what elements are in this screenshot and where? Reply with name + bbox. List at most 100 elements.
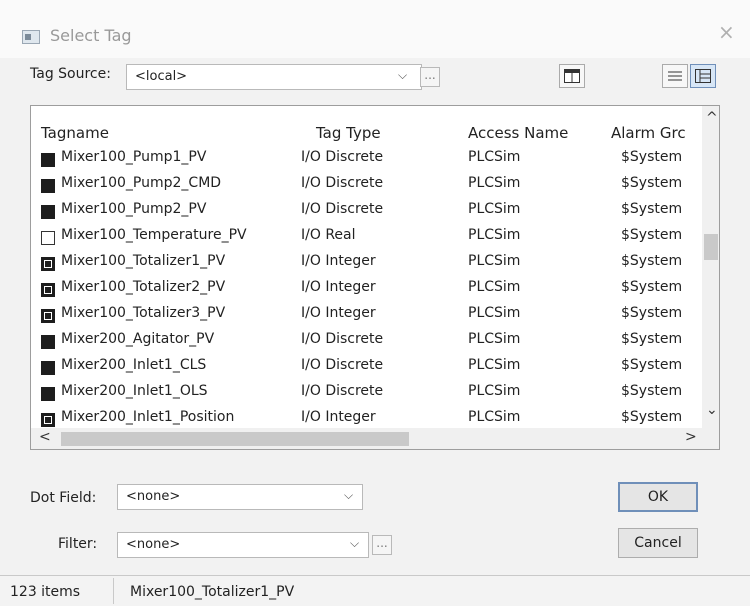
discrete-tag-icon xyxy=(41,387,55,401)
access-name-cell: PLCSim xyxy=(468,279,521,295)
tag-type-cell: I/O Discrete xyxy=(301,357,384,373)
filter-combo[interactable]: <none> xyxy=(117,532,369,558)
tag-type-cell: I/O Integer xyxy=(301,279,376,295)
tagname-cell: Mixer100_Pump2_CMD xyxy=(61,175,222,191)
discrete-tag-icon xyxy=(41,335,55,349)
table-row[interactable]: Mixer100_Pump2_CMD I/O Discrete PLCSim $… xyxy=(31,175,701,201)
alarm-group-cell: $System xyxy=(621,305,683,321)
access-name-cell: PLCSim xyxy=(468,331,521,347)
tagname-cell: Mixer100_Temperature_PV xyxy=(61,227,247,243)
access-name-cell: PLCSim xyxy=(468,149,521,165)
access-name-cell: PLCSim xyxy=(468,383,521,399)
filter-value: <none> xyxy=(126,537,181,552)
alarm-group-cell: $System xyxy=(621,331,683,347)
tag-type-cell: I/O Real xyxy=(301,227,356,243)
access-name-cell: PLCSim xyxy=(468,201,521,217)
vertical-scrollbar[interactable]: ^ ⌄ xyxy=(702,106,719,449)
window-title: Select Tag xyxy=(50,26,132,45)
horizontal-scroll-thumb[interactable] xyxy=(61,432,409,446)
table-row[interactable]: Mixer100_Temperature_PV I/O Real PLCSim … xyxy=(31,227,701,253)
scroll-up-icon[interactable]: ^ xyxy=(706,110,718,126)
status-separator xyxy=(113,578,114,604)
filter-label: Filter: xyxy=(58,536,98,552)
tree-view-icon xyxy=(695,69,711,83)
table-row[interactable]: Mixer100_Pump1_PV I/O Discrete PLCSim $S… xyxy=(31,149,701,175)
dot-field-label: Dot Field: xyxy=(30,490,97,506)
table-row[interactable]: Mixer200_Inlet1_CLS I/O Discrete PLCSim … xyxy=(31,357,701,383)
tag-type-cell: I/O Discrete xyxy=(301,331,384,347)
discrete-tag-icon xyxy=(41,153,55,167)
tag-properties-icon xyxy=(564,69,580,83)
details-view-button[interactable] xyxy=(662,64,688,88)
title-bar: Select Tag × xyxy=(0,0,750,58)
tag-type-cell: I/O Discrete xyxy=(301,175,384,191)
table-row[interactable]: Mixer200_Inlet1_OLS I/O Discrete PLCSim … xyxy=(31,383,701,409)
integer-tag-icon xyxy=(41,413,55,427)
horizontal-scrollbar[interactable]: < > xyxy=(31,428,702,449)
access-name-cell: PLCSim xyxy=(468,357,521,373)
real-tag-icon xyxy=(41,231,55,245)
scroll-left-icon[interactable]: < xyxy=(39,429,51,445)
alarm-group-cell: $System xyxy=(621,253,683,269)
access-name-cell: PLCSim xyxy=(468,305,521,321)
tagname-cell: Mixer100_Totalizer1_PV xyxy=(61,253,226,269)
scroll-down-icon[interactable]: ⌄ xyxy=(706,402,718,418)
tagname-cell: Mixer100_Pump2_PV xyxy=(61,201,207,217)
tag-source-label: Tag Source: xyxy=(30,66,111,82)
table-row[interactable]: Mixer200_Agitator_PV I/O Discrete PLCSim… xyxy=(31,331,701,357)
tag-type-cell: I/O Integer xyxy=(301,253,376,269)
tree-view-button[interactable] xyxy=(690,64,716,88)
access-name-cell: PLCSim xyxy=(468,409,521,425)
status-bar: 123 items Mixer100_Totalizer1_PV xyxy=(0,575,750,606)
cancel-button[interactable]: Cancel xyxy=(618,528,698,558)
tagname-cell: Mixer200_Inlet1_Position xyxy=(61,409,235,425)
tagname-cell: Mixer200_Inlet1_OLS xyxy=(61,383,208,399)
filter-chevron-down-icon[interactable]: ⌵ xyxy=(350,536,359,551)
tag-type-cell: I/O Discrete xyxy=(301,383,384,399)
integer-tag-icon xyxy=(41,309,55,323)
tagname-cell: Mixer200_Agitator_PV xyxy=(61,331,215,347)
column-header-tag-type[interactable]: Tag Type xyxy=(316,124,381,142)
table-row[interactable]: Mixer100_Totalizer2_PV I/O Integer PLCSi… xyxy=(31,279,701,305)
column-header-access-name[interactable]: Access Name xyxy=(468,124,568,142)
access-name-cell: PLCSim xyxy=(468,227,521,243)
ok-button[interactable]: OK xyxy=(618,482,698,512)
tagname-cell: Mixer100_Totalizer2_PV xyxy=(61,279,226,295)
table-row[interactable]: Mixer100_Totalizer1_PV I/O Integer PLCSi… xyxy=(31,253,701,279)
selected-tag-name: Mixer100_Totalizer1_PV xyxy=(130,584,295,600)
scroll-right-icon[interactable]: > xyxy=(685,429,697,445)
dot-field-combo[interactable]: <none> xyxy=(117,484,363,510)
tagname-cell: Mixer100_Totalizer3_PV xyxy=(61,305,226,321)
tag-properties-button[interactable] xyxy=(559,64,585,88)
tag-source-browse-button[interactable]: ... xyxy=(420,67,440,87)
discrete-tag-icon xyxy=(41,361,55,375)
integer-tag-icon xyxy=(41,257,55,271)
column-header-alarm-group[interactable]: Alarm Grc xyxy=(611,124,686,142)
select-tag-dialog: Select Tag × Tag Source: <local> ⌵ ... T… xyxy=(0,0,750,606)
tag-type-cell: I/O Discrete xyxy=(301,149,384,165)
column-header-tagname[interactable]: Tagname xyxy=(41,124,109,142)
alarm-group-cell: $System xyxy=(621,201,683,217)
tag-type-cell: I/O Integer xyxy=(301,305,376,321)
tag-source-combo[interactable]: <local> xyxy=(126,64,422,90)
filter-browse-button[interactable]: ... xyxy=(372,535,392,555)
alarm-group-cell: $System xyxy=(621,383,683,399)
tag-type-cell: I/O Discrete xyxy=(301,201,384,217)
access-name-cell: PLCSim xyxy=(468,175,521,191)
table-row[interactable]: Mixer100_Totalizer3_PV I/O Integer PLCSi… xyxy=(31,305,701,331)
dot-field-chevron-down-icon[interactable]: ⌵ xyxy=(344,488,353,503)
access-name-cell: PLCSim xyxy=(468,253,521,269)
alarm-group-cell: $System xyxy=(621,149,683,165)
alarm-group-cell: $System xyxy=(621,227,683,243)
table-row[interactable]: Mixer100_Pump2_PV I/O Discrete PLCSim $S… xyxy=(31,201,701,227)
details-view-icon xyxy=(668,71,682,81)
alarm-group-cell: $System xyxy=(621,279,683,295)
alarm-group-cell: $System xyxy=(621,357,683,373)
tag-source-chevron-down-icon[interactable]: ⌵ xyxy=(398,68,407,83)
close-icon[interactable]: × xyxy=(718,20,735,44)
dot-field-value: <none> xyxy=(126,489,181,504)
tag-list[interactable]: Tagname Tag Type Access Name Alarm Grc M… xyxy=(30,105,720,450)
vertical-scroll-thumb[interactable] xyxy=(704,234,718,260)
tagname-cell: Mixer100_Pump1_PV xyxy=(61,149,207,165)
discrete-tag-icon xyxy=(41,205,55,219)
